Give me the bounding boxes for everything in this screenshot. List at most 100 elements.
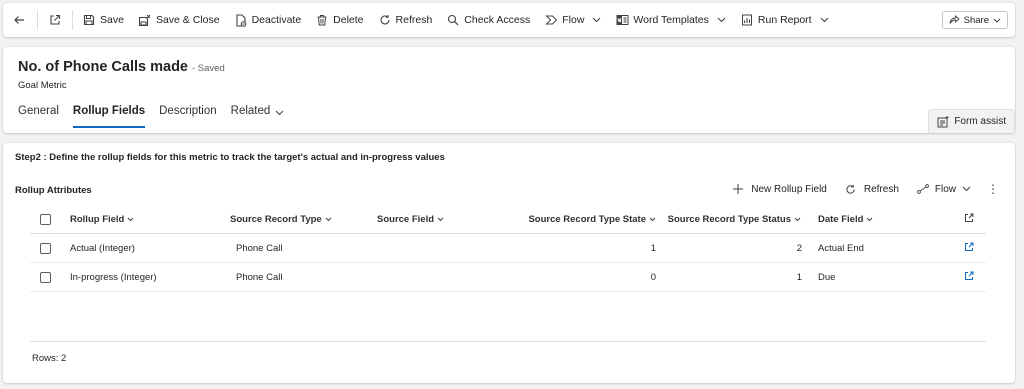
- grid-header-row: Rollup Field Source Record Type Source F…: [30, 206, 986, 234]
- column-label: Rollup Field: [70, 214, 125, 225]
- tab-general[interactable]: General: [18, 102, 59, 128]
- column-header-status[interactable]: Source Record Type Status: [668, 206, 801, 233]
- chevron-down-icon: [127, 214, 134, 225]
- chevron-down-icon: [866, 214, 873, 225]
- chevron-down-icon: [794, 214, 801, 225]
- new-rollup-field-button[interactable]: New Rollup Field: [733, 184, 827, 195]
- subgrid-refresh-button[interactable]: Refresh: [845, 184, 899, 195]
- share-button[interactable]: Share: [941, 11, 1008, 29]
- column-header-rollup-field[interactable]: Rollup Field: [70, 206, 134, 233]
- save-button[interactable]: Save: [75, 3, 131, 37]
- save-label: Save: [100, 14, 124, 26]
- word-templates-label: Word Templates: [633, 14, 709, 26]
- select-all-checkbox[interactable]: [40, 214, 51, 225]
- table-row[interactable]: In-progress (Integer) Phone Call 0 1 Due: [30, 263, 986, 292]
- rollup-section: Step2 : Define the rollup fields for thi…: [3, 143, 1015, 383]
- cell-status: 2: [796, 242, 802, 254]
- flow-button[interactable]: Flow: [537, 3, 608, 37]
- open-record-button[interactable]: [964, 234, 974, 262]
- form-assist-label: Form assist: [954, 116, 1006, 127]
- refresh-button[interactable]: Refresh: [371, 3, 440, 37]
- cell-rollup-field: In-progress (Integer): [70, 271, 157, 283]
- word-templates-button[interactable]: Word Templates: [608, 3, 732, 37]
- popout-icon: [48, 13, 62, 27]
- section-instructions: Step2 : Define the rollup fields for thi…: [15, 152, 445, 163]
- refresh-icon: [378, 13, 392, 27]
- column-label: Source Record Type Status: [667, 214, 791, 225]
- subgrid-refresh-label: Refresh: [863, 183, 899, 195]
- cell-source-record-type: Phone Call: [236, 242, 283, 254]
- search-icon: [446, 13, 460, 27]
- record-header: No. of Phone Calls made - Saved Goal Met…: [3, 47, 1015, 133]
- cell-state: 0: [650, 271, 656, 283]
- popout-button[interactable]: [40, 3, 70, 37]
- refresh-icon: [845, 184, 856, 195]
- divider: [72, 10, 73, 30]
- chevron-down-icon: [325, 214, 332, 225]
- trash-icon: [315, 13, 329, 27]
- tab-label: Related: [230, 105, 271, 117]
- column-label: Source Record Type: [230, 214, 322, 225]
- more-commands-button[interactable]: ⋮: [987, 182, 999, 196]
- row-checkbox-cell: [40, 263, 51, 291]
- subgrid-flow-label: Flow: [934, 183, 956, 195]
- subgrid-commands: New Rollup Field Refresh Flow ⋮: [715, 179, 999, 199]
- cell-status: 1: [796, 271, 802, 283]
- row-checkbox[interactable]: [40, 242, 51, 254]
- flow-label: Flow: [562, 14, 585, 26]
- column-header-date-field[interactable]: Date Field: [818, 206, 873, 233]
- chevron-down-icon: [275, 107, 284, 119]
- report-icon: [740, 13, 754, 27]
- open-record-button[interactable]: [964, 263, 974, 291]
- delete-label: Delete: [333, 14, 364, 26]
- share-label: Share: [963, 14, 989, 26]
- new-rollup-field-label: New Rollup Field: [751, 183, 827, 195]
- refresh-label: Refresh: [395, 14, 433, 26]
- table-row[interactable]: Actual (Integer) Phone Call 1 2 Actual E…: [30, 234, 986, 263]
- word-icon: [615, 13, 629, 27]
- popout-icon: [964, 271, 974, 284]
- open-grid-button[interactable]: [964, 206, 974, 233]
- cell-state: 1: [650, 242, 656, 254]
- tab-related[interactable]: Related: [231, 102, 285, 128]
- cell-rollup-field: Actual (Integer): [70, 242, 135, 254]
- column-label: Date Field: [818, 214, 864, 225]
- chevron-down-icon: [962, 184, 971, 195]
- run-report-label: Run Report: [757, 14, 812, 26]
- share-icon: [949, 15, 960, 25]
- subgrid-flow-button[interactable]: Flow: [917, 184, 971, 195]
- chevron-down-icon: [592, 14, 601, 26]
- flow-icon: [917, 184, 929, 194]
- save-status: - Saved: [192, 63, 225, 74]
- row-checkbox[interactable]: [40, 271, 51, 283]
- popout-icon: [964, 242, 974, 255]
- chevron-down-icon: [717, 14, 726, 26]
- check-access-button[interactable]: Check Access: [439, 3, 537, 37]
- record-title-row: No. of Phone Calls made - Saved: [18, 59, 225, 75]
- column-header-source-record-type[interactable]: Source Record Type: [230, 206, 332, 233]
- save-close-label: Save & Close: [155, 14, 220, 26]
- record-title: No. of Phone Calls made: [18, 59, 188, 75]
- save-icon: [82, 13, 96, 27]
- tab-rollup-fields[interactable]: Rollup Fields: [72, 102, 146, 128]
- cell-date-field: Actual End: [818, 242, 864, 254]
- run-report-button[interactable]: Run Report: [733, 3, 836, 37]
- grid-footer: Rows: 2: [30, 341, 986, 364]
- cell-date-field: Due: [818, 271, 836, 283]
- chevron-down-icon: [993, 15, 1001, 26]
- column-header-state[interactable]: Source Record Type State: [528, 206, 656, 233]
- rollup-attributes-grid: Rollup Field Source Record Type Source F…: [30, 206, 986, 292]
- chevron-down-icon: [649, 214, 656, 225]
- deactivate-button[interactable]: Deactivate: [227, 3, 309, 37]
- save-close-button[interactable]: Save & Close: [131, 3, 227, 37]
- command-bar: Save Save & Close Deactivate Delete Refr…: [3, 3, 1015, 37]
- check-access-label: Check Access: [464, 14, 531, 26]
- back-button[interactable]: [3, 3, 35, 37]
- tab-description[interactable]: Description: [159, 102, 217, 128]
- divider: [37, 10, 38, 30]
- tab-label: Description: [159, 105, 217, 117]
- form-assist-button[interactable]: Form assist: [928, 109, 1015, 133]
- delete-button[interactable]: Delete: [308, 3, 370, 37]
- column-header-source-field[interactable]: Source Field: [377, 206, 444, 233]
- subgrid-title: Rollup Attributes: [15, 185, 92, 196]
